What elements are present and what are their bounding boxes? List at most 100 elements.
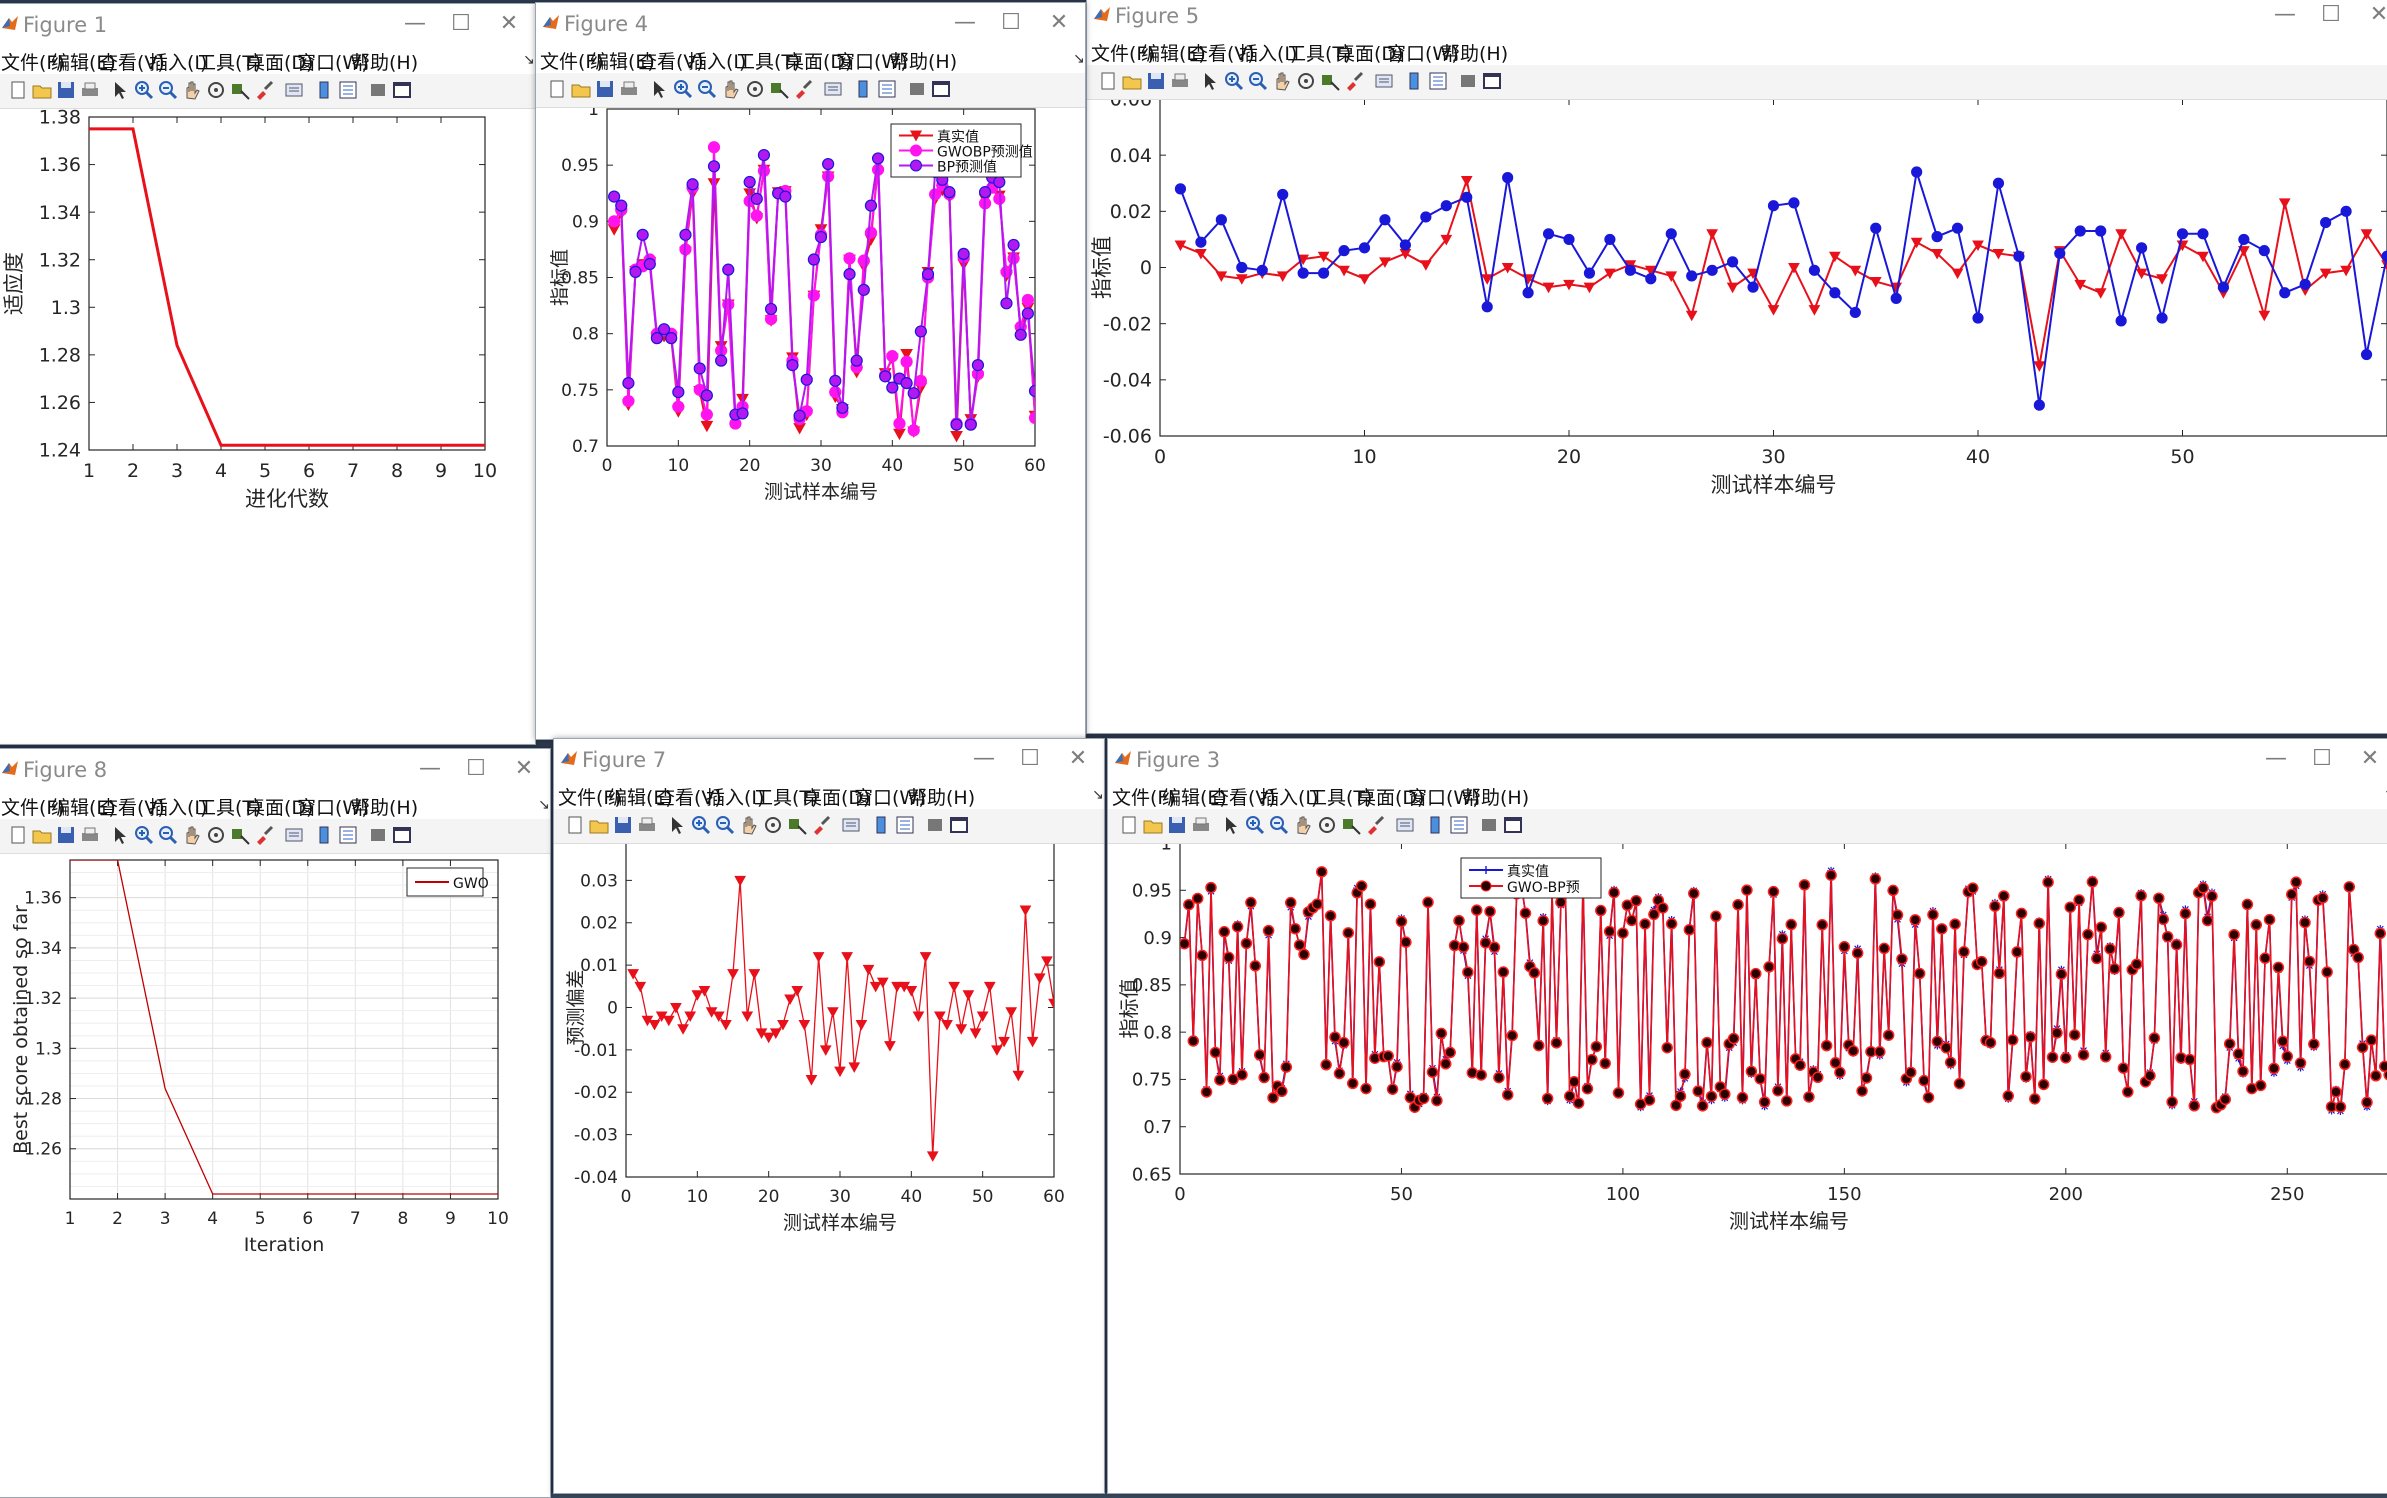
- show-tools-icon[interactable]: [1502, 814, 1524, 836]
- pan-icon[interactable]: [720, 78, 742, 100]
- pointer-icon[interactable]: [109, 824, 131, 846]
- hide-tools-icon[interactable]: [367, 79, 389, 101]
- print-icon[interactable]: [79, 824, 101, 846]
- data-cursor-icon[interactable]: [229, 79, 251, 101]
- rotate-icon[interactable]: [205, 79, 227, 101]
- menu-item-7[interactable]: 帮助(H): [351, 48, 418, 75]
- legend[interactable]: 真实值GWO-BP预: [1460, 857, 1602, 899]
- zoom-out-icon[interactable]: [714, 814, 736, 836]
- link-icon[interactable]: [283, 79, 305, 101]
- insert-colorbar-icon[interactable]: [870, 814, 892, 836]
- insert-colorbar-icon[interactable]: [1403, 70, 1425, 92]
- title-bar[interactable]: Figure 5— ☐ ✕: [1087, 0, 2387, 35]
- brush-icon[interactable]: [792, 78, 814, 100]
- link-icon[interactable]: [840, 814, 862, 836]
- dock-arrow-icon[interactable]: ↘: [1092, 787, 1104, 803]
- open-file-icon[interactable]: [31, 824, 53, 846]
- insert-legend-icon[interactable]: [1427, 70, 1449, 92]
- brush-icon[interactable]: [1343, 70, 1365, 92]
- insert-legend-icon[interactable]: [1448, 814, 1470, 836]
- zoom-in-icon[interactable]: [133, 824, 155, 846]
- rotate-icon[interactable]: [762, 814, 784, 836]
- rotate-icon[interactable]: [1316, 814, 1338, 836]
- print-icon[interactable]: [79, 79, 101, 101]
- new-file-icon[interactable]: [1118, 814, 1140, 836]
- pan-icon[interactable]: [181, 79, 203, 101]
- title-bar[interactable]: Figure 1— ☐ ✕: [0, 4, 535, 44]
- show-tools-icon[interactable]: [948, 814, 970, 836]
- print-icon[interactable]: [1190, 814, 1212, 836]
- zoom-in-icon[interactable]: [133, 79, 155, 101]
- close-button[interactable]: ✕: [1031, 7, 1085, 39]
- link-icon[interactable]: [822, 78, 844, 100]
- save-icon[interactable]: [1145, 70, 1167, 92]
- zoom-in-icon[interactable]: [1223, 70, 1245, 92]
- insert-colorbar-icon[interactable]: [1424, 814, 1446, 836]
- legend[interactable]: 真实值GWOBP预测值BP预测值: [890, 123, 1033, 178]
- data-cursor-icon[interactable]: [229, 824, 251, 846]
- title-bar[interactable]: Figure 4— ☐ ✕: [536, 3, 1085, 43]
- data-cursor-icon[interactable]: [786, 814, 808, 836]
- insert-legend-icon[interactable]: [337, 824, 359, 846]
- new-file-icon[interactable]: [564, 814, 586, 836]
- rotate-icon[interactable]: [205, 824, 227, 846]
- close-button[interactable]: ✕: [2351, 0, 2387, 31]
- zoom-in-icon[interactable]: [672, 78, 694, 100]
- brush-icon[interactable]: [810, 814, 832, 836]
- menu-item-7[interactable]: 帮助(H): [1441, 39, 1508, 66]
- pan-icon[interactable]: [181, 824, 203, 846]
- save-icon[interactable]: [55, 824, 77, 846]
- show-tools-icon[interactable]: [1481, 70, 1503, 92]
- save-icon[interactable]: [612, 814, 634, 836]
- data-cursor-icon[interactable]: [1319, 70, 1341, 92]
- rotate-icon[interactable]: [744, 78, 766, 100]
- pointer-icon[interactable]: [1220, 814, 1242, 836]
- insert-colorbar-icon[interactable]: [313, 79, 335, 101]
- new-file-icon[interactable]: [7, 79, 29, 101]
- zoom-out-icon[interactable]: [157, 824, 179, 846]
- hide-tools-icon[interactable]: [367, 824, 389, 846]
- hide-tools-icon[interactable]: [924, 814, 946, 836]
- title-bar[interactable]: Figure 8— ☐ ✕: [0, 749, 550, 789]
- menu-item-7[interactable]: 帮助(H): [1462, 783, 1529, 810]
- print-icon[interactable]: [618, 78, 640, 100]
- insert-legend-icon[interactable]: [876, 78, 898, 100]
- zoom-out-icon[interactable]: [1247, 70, 1269, 92]
- menu-item-7[interactable]: 帮助(H): [890, 47, 957, 74]
- dock-arrow-icon[interactable]: ↘: [523, 52, 535, 68]
- print-icon[interactable]: [636, 814, 658, 836]
- insert-legend-icon[interactable]: [337, 79, 359, 101]
- brush-icon[interactable]: [253, 79, 275, 101]
- link-icon[interactable]: [1394, 814, 1416, 836]
- new-file-icon[interactable]: [7, 824, 29, 846]
- show-tools-icon[interactable]: [930, 78, 952, 100]
- open-file-icon[interactable]: [588, 814, 610, 836]
- brush-icon[interactable]: [253, 824, 275, 846]
- pointer-icon[interactable]: [666, 814, 688, 836]
- close-button[interactable]: ✕: [496, 753, 550, 785]
- show-tools-icon[interactable]: [391, 79, 413, 101]
- pan-icon[interactable]: [1271, 70, 1293, 92]
- pointer-icon[interactable]: [109, 79, 131, 101]
- new-file-icon[interactable]: [1097, 70, 1119, 92]
- zoom-in-icon[interactable]: [1244, 814, 1266, 836]
- hide-tools-icon[interactable]: [906, 78, 928, 100]
- open-file-icon[interactable]: [570, 78, 592, 100]
- print-icon[interactable]: [1169, 70, 1191, 92]
- dock-arrow-icon[interactable]: ↘: [538, 797, 550, 813]
- link-icon[interactable]: [1373, 70, 1395, 92]
- zoom-out-icon[interactable]: [157, 79, 179, 101]
- show-tools-icon[interactable]: [391, 824, 413, 846]
- rotate-icon[interactable]: [1295, 70, 1317, 92]
- menu-item-7[interactable]: 帮助(H): [908, 783, 975, 810]
- close-button[interactable]: ✕: [1050, 743, 1104, 775]
- data-cursor-icon[interactable]: [768, 78, 790, 100]
- save-icon[interactable]: [55, 79, 77, 101]
- brush-icon[interactable]: [1364, 814, 1386, 836]
- zoom-in-icon[interactable]: [690, 814, 712, 836]
- save-icon[interactable]: [1166, 814, 1188, 836]
- save-icon[interactable]: [594, 78, 616, 100]
- open-file-icon[interactable]: [1142, 814, 1164, 836]
- insert-colorbar-icon[interactable]: [313, 824, 335, 846]
- pointer-icon[interactable]: [648, 78, 670, 100]
